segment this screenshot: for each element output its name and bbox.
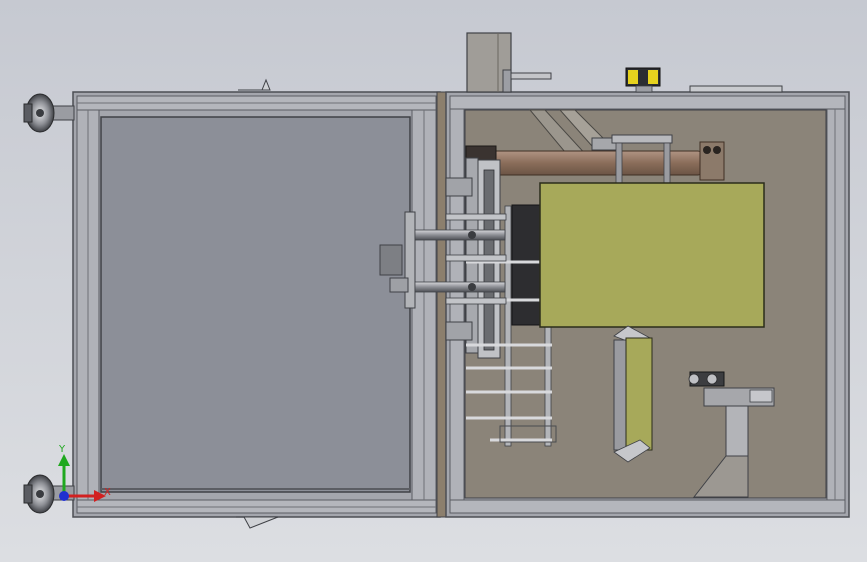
olive-control-module xyxy=(539,182,765,328)
cad-viewport[interactable]: Y X xyxy=(0,0,867,562)
bronze-cylinder xyxy=(491,150,703,176)
y-axis-label: Y xyxy=(58,444,66,455)
glass-panel xyxy=(100,116,411,493)
x-axis-label: X xyxy=(104,487,111,498)
left-frame xyxy=(72,78,441,529)
right-cabinet xyxy=(379,32,850,518)
center-divider xyxy=(436,91,447,518)
machine-top-view: Y X xyxy=(0,0,867,562)
lower-olive-bar xyxy=(613,325,653,463)
